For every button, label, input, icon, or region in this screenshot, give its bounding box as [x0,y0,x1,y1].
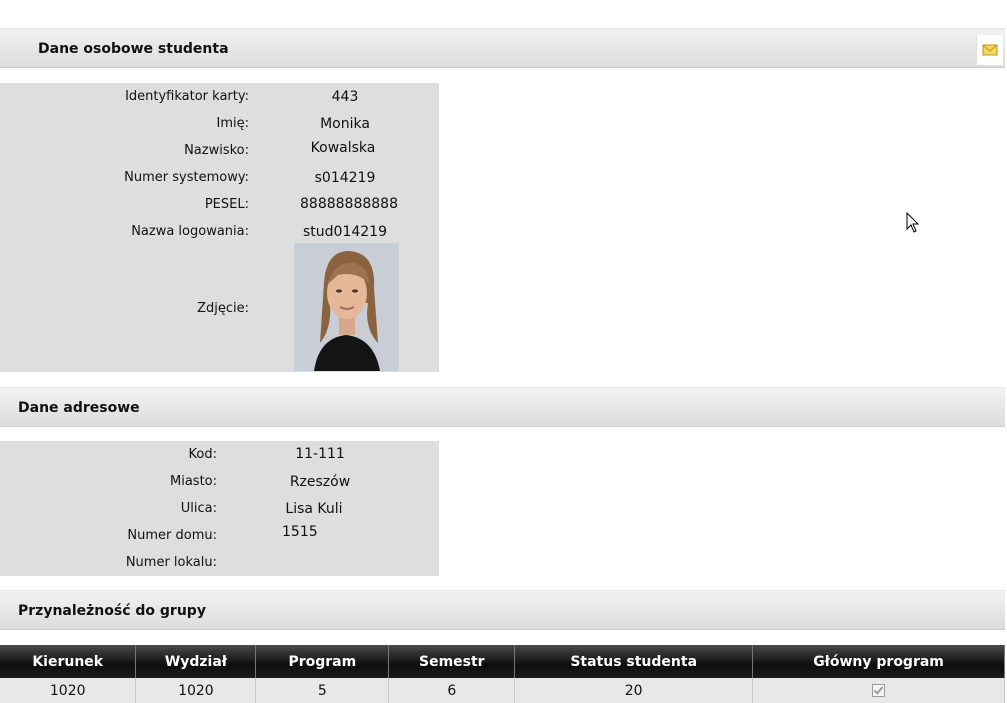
field-value: Kowalska [310,140,376,156]
field-label: Miasto: [170,474,217,489]
main-program-checkbox[interactable] [872,684,886,697]
cell-semestr: 6 [388,678,516,703]
cell-program: 5 [255,678,390,703]
address-section-header: Dane adresowe [0,387,1005,427]
cell-wydzial: 1020 [135,678,257,703]
field-value: 88888888888 [300,196,398,212]
field-row: Numer systemowy: s014219 [0,164,439,191]
field-row: Imię: Monika [0,110,439,137]
field-label: Ulica: [180,501,217,516]
field-label: Kod: [188,447,217,462]
column-header-kierunek[interactable]: Kierunek [0,645,137,678]
field-row: Ulica: Lisa Kuli [0,495,439,522]
field-label: Identyfikator karty: [125,89,249,104]
cell-kierunek: 1020 [0,678,137,703]
field-row: Nazwa logowania: stud014219 [0,218,439,245]
field-row: PESEL: 88888888888 [0,191,439,218]
envelope-icon [982,44,998,56]
field-value: Rzeszów [289,474,351,490]
column-header-program[interactable]: Program [255,645,390,678]
field-row: Identyfikator karty: 443 [0,83,439,110]
field-label: Nazwisko: [184,143,249,158]
field-label: Numer lokalu: [125,555,217,570]
personal-data-panel: Identyfikator karty: 443 Imię: Monika Na… [0,83,439,372]
field-value: 443 [331,89,359,105]
personal-section-title: Dane osobowe studenta [38,41,229,57]
address-section-title: Dane adresowe [18,400,140,416]
cell-status: 20 [514,678,754,703]
field-value: Lisa Kuli [285,501,343,517]
field-value: stud014219 [303,224,387,240]
photo-label: Zdjęcie: [197,301,249,316]
top-strip [0,0,1007,28]
group-section-title: Przynależność do grupy [18,603,206,619]
column-header-semestr[interactable]: Semestr [388,645,516,678]
field-label: Imię: [216,116,250,131]
send-email-button[interactable] [976,35,1003,65]
column-header-glowny-program[interactable]: Główny program [752,645,1005,678]
field-label: Nazwa logowania: [131,224,249,239]
table-row[interactable]: 1020 1020 5 6 20 [0,678,1005,703]
student-photo [294,243,399,371]
field-row: Numer domu: 1515 [0,522,439,549]
field-value: s014219 [314,170,376,186]
address-data-panel: Kod: 11-111 Miasto: Rzeszów Ulica: Lisa … [0,441,439,576]
table-header-row: Kierunek Wydział Program Semestr Status … [0,645,1005,678]
field-row: Numer lokalu: [0,549,439,576]
field-value: Monika [320,116,370,132]
field-row: Nazwisko: Kowalska [0,137,439,164]
field-row: Miasto: Rzeszów [0,468,439,495]
field-label: Numer domu: [127,528,217,543]
field-row: Kod: 11-111 [0,441,439,468]
field-value: 11-111 [295,446,345,462]
cell-glowny-program [752,678,1005,703]
column-header-wydzial[interactable]: Wydział [135,645,257,678]
field-value: 1515 [282,524,318,540]
group-section-header: Przynależność do grupy [0,590,1005,630]
student-photo-image [294,243,399,371]
group-table: Kierunek Wydział Program Semestr Status … [0,645,1005,703]
field-label: Numer systemowy: [124,170,249,185]
personal-section-header: Dane osobowe studenta [0,28,1005,68]
mouse-pointer-icon [906,212,920,233]
field-label: PESEL: [204,197,249,212]
column-header-status[interactable]: Status studenta [514,645,754,678]
